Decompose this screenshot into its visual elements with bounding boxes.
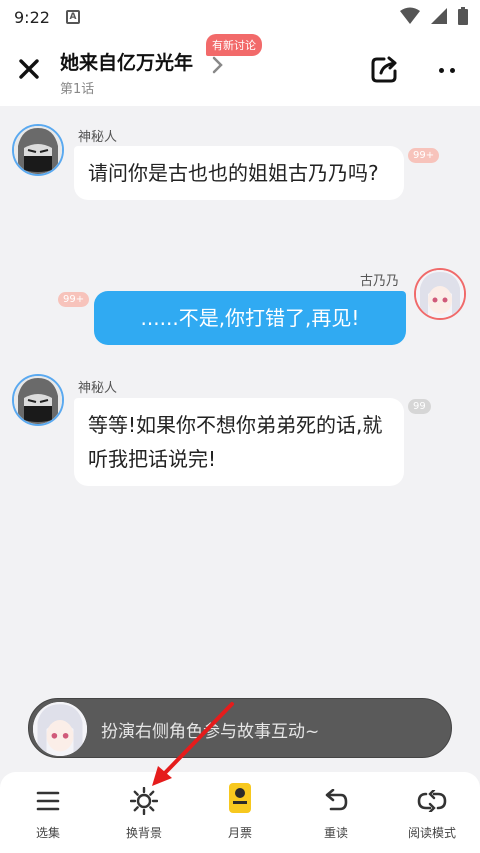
chevron-right-icon[interactable]	[212, 56, 224, 74]
nav-label: 月票	[227, 826, 252, 840]
reader-header: 她来自亿万光年 有新讨论 第1话	[0, 34, 480, 106]
wifi-icon	[400, 7, 420, 24]
more-options-button[interactable]	[432, 60, 462, 80]
message-bubble-self[interactable]: ......不是,你打错了,再见!	[94, 291, 406, 345]
comment-count-badge[interactable]: 99	[408, 399, 431, 414]
list-icon	[33, 786, 63, 816]
share-button[interactable]	[368, 54, 400, 86]
brightness-icon	[129, 786, 159, 816]
nav-label: 选集	[35, 826, 60, 840]
roleplay-avatar	[33, 702, 87, 756]
status-indicators	[400, 7, 468, 25]
share-icon	[371, 56, 397, 83]
message-bubble[interactable]: 等等!如果你不想你弟弟死的话,就听我把话说完!	[74, 398, 404, 486]
monthly-ticket-icon	[225, 783, 255, 816]
nav-label: 阅读模式	[407, 826, 456, 840]
sender-name: 神秘人	[78, 381, 118, 396]
new-discussion-badge[interactable]: 有新讨论	[206, 34, 262, 56]
signal-icon	[431, 8, 447, 24]
battery-icon	[458, 7, 468, 25]
nav-episodes-button[interactable]: 选集	[0, 772, 96, 853]
sender-name: 神秘人	[78, 130, 118, 145]
girl-character-icon	[33, 702, 87, 756]
reading-mode-icon	[417, 786, 447, 816]
close-icon	[19, 59, 39, 79]
nav-reread-button[interactable]: 重读	[288, 772, 384, 853]
avatar-mysterious-person[interactable]	[12, 374, 64, 426]
notification-app-icon: A	[65, 10, 80, 24]
status-bar: 9:22 A	[0, 0, 480, 34]
nav-label: 换背景	[125, 826, 162, 840]
episode-label: 第1话	[60, 82, 95, 97]
avatar-gu-nainai[interactable]	[414, 268, 466, 320]
story-title[interactable]: 她来自亿万光年	[60, 48, 193, 75]
girl-character-icon	[416, 270, 464, 318]
sender-name: 古乃乃	[360, 274, 400, 289]
message-bubble[interactable]: 请问你是古也也的姐姐古乃乃吗?	[74, 146, 404, 200]
close-button[interactable]	[14, 54, 44, 84]
comment-count-badge[interactable]: 99+	[58, 292, 90, 307]
reread-icon	[321, 786, 351, 816]
masked-character-icon	[14, 376, 62, 424]
annotation-arrow-icon	[152, 702, 234, 786]
avatar-mysterious-person[interactable]	[12, 124, 64, 176]
masked-character-icon	[14, 126, 62, 174]
status-time: 9:22	[14, 7, 50, 27]
comment-count-badge[interactable]: 99+	[408, 148, 440, 163]
nav-label: 重读	[323, 826, 348, 840]
nav-reading-mode-button[interactable]: 阅读模式	[384, 772, 480, 853]
